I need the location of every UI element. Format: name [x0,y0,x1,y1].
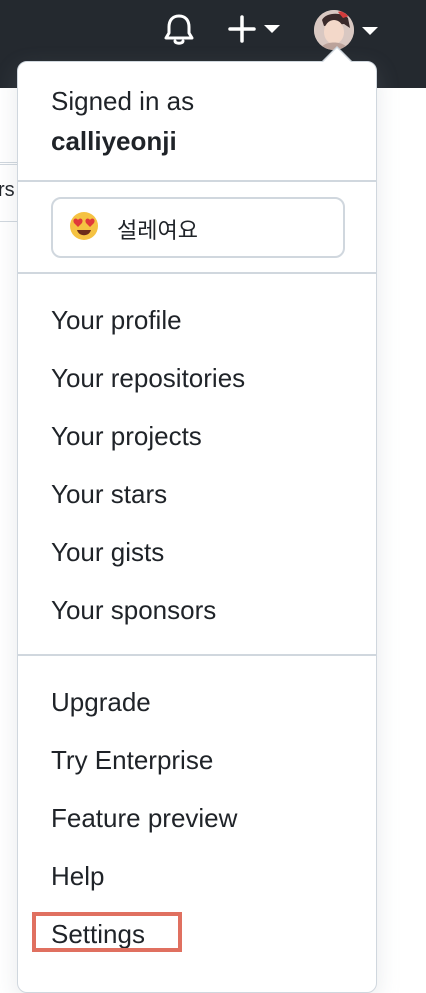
bell-icon [164,14,194,45]
your-repositories-link[interactable]: Your repositories [51,363,245,394]
menu-divider [18,272,376,274]
background-divider [0,162,18,163]
heart-eyes-emoji-icon [70,212,98,240]
your-projects-link[interactable]: Your projects [51,421,202,452]
create-new-button[interactable] [224,10,288,48]
feature-preview-link[interactable]: Feature preview [51,803,237,834]
try-enterprise-link[interactable]: Try Enterprise [51,745,213,776]
chevron-down-icon [362,27,378,35]
signed-in-label: Signed in as [51,86,195,116]
status-text: 설레여요 [117,219,198,244]
user-dropdown-menu: Signed in as calliyeonji 설레여요 Your profi… [17,61,377,993]
menu-divider [18,654,376,656]
your-gists-link[interactable]: Your gists [51,537,164,568]
menu-divider [18,180,376,182]
upgrade-link[interactable]: Upgrade [51,687,151,718]
plus-icon [228,15,280,43]
help-link[interactable]: Help [51,861,104,892]
dropdown-pointer-inner [323,48,351,62]
your-stars-link[interactable]: Your stars [51,479,167,510]
background-cut-text: rs [0,179,15,201]
set-status-button[interactable]: 설레여요 [51,197,345,258]
notifications-button[interactable] [160,10,198,48]
your-profile-link[interactable]: Your profile [51,305,182,336]
username: calliyeonji [51,126,177,156]
settings-highlight-box [32,912,182,952]
avatar [314,10,354,50]
your-sponsors-link[interactable]: Your sponsors [51,595,216,626]
